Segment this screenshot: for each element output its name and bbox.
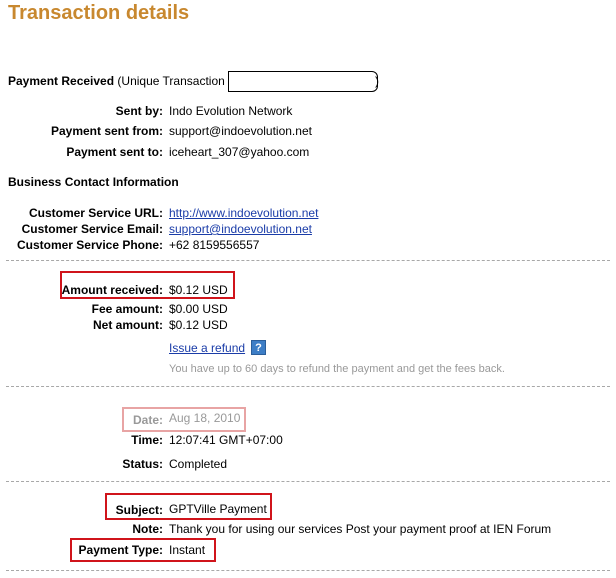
time-value: 12:07:41 GMT+07:00 bbox=[169, 433, 283, 447]
cs-phone-value: +62 8159556557 bbox=[169, 238, 260, 252]
cs-url-link[interactable]: http://www.indoevolution.net bbox=[169, 206, 318, 220]
help-icon[interactable]: ? bbox=[251, 340, 266, 355]
sent-to-value: iceheart_307@yahoo.com bbox=[169, 145, 310, 159]
page-title: Transaction details bbox=[8, 2, 190, 24]
section-divider bbox=[6, 481, 610, 482]
unique-transaction-label: (Unique Transaction bbox=[117, 74, 225, 88]
amount-received-label: Amount received: bbox=[61, 283, 163, 297]
cs-email-link[interactable]: support@indoevolution.net bbox=[169, 222, 312, 236]
note-label: Note: bbox=[132, 522, 163, 536]
sent-from-value: support@indoevolution.net bbox=[169, 124, 312, 138]
sent-to-label: Payment sent to: bbox=[66, 145, 163, 159]
note-value: Thank you for using our services Post yo… bbox=[169, 522, 552, 536]
cs-email-label: Customer Service Email: bbox=[21, 222, 163, 236]
business-contact-heading: Business Contact Information bbox=[8, 175, 179, 189]
date-label: Date: bbox=[132, 413, 163, 427]
status-label: Status: bbox=[122, 457, 163, 471]
date-value: Aug 18, 2010 bbox=[169, 411, 241, 425]
sent-from-label: Payment sent from: bbox=[50, 124, 163, 138]
payment-received-header: Payment Received (Unique Transaction bbox=[8, 74, 225, 88]
time-label: Time: bbox=[131, 433, 163, 447]
sent-by-label: Sent by: bbox=[115, 104, 163, 118]
section-divider bbox=[6, 386, 610, 387]
amount-received-value: $0.12 USD bbox=[169, 283, 228, 297]
issue-refund-link[interactable]: Issue a refund bbox=[169, 341, 245, 355]
sent-by-value: Indo Evolution Network bbox=[169, 104, 293, 118]
section-divider bbox=[6, 570, 610, 571]
subject-label: Subject: bbox=[115, 503, 163, 517]
refund-note: You have up to 60 days to refund the pay… bbox=[169, 363, 505, 375]
net-amount-value: $0.12 USD bbox=[169, 318, 228, 332]
payment-type-value: Instant bbox=[169, 543, 206, 557]
payment-received-label: Payment Received bbox=[8, 74, 115, 88]
cs-phone-label: Customer Service Phone: bbox=[16, 238, 163, 252]
status-value: Completed bbox=[169, 457, 228, 471]
section-divider bbox=[6, 260, 610, 261]
unique-transaction-close: ) bbox=[375, 74, 379, 88]
payment-type-label: Payment Type: bbox=[78, 543, 163, 557]
subject-value: GPTVille Payment bbox=[169, 502, 267, 516]
fee-amount-label: Fee amount: bbox=[91, 302, 163, 316]
transaction-id-redaction-box bbox=[228, 71, 378, 92]
cs-url-label: Customer Service URL: bbox=[28, 206, 163, 220]
fee-amount-value: $0.00 USD bbox=[169, 302, 228, 316]
net-amount-label: Net amount: bbox=[93, 318, 163, 332]
